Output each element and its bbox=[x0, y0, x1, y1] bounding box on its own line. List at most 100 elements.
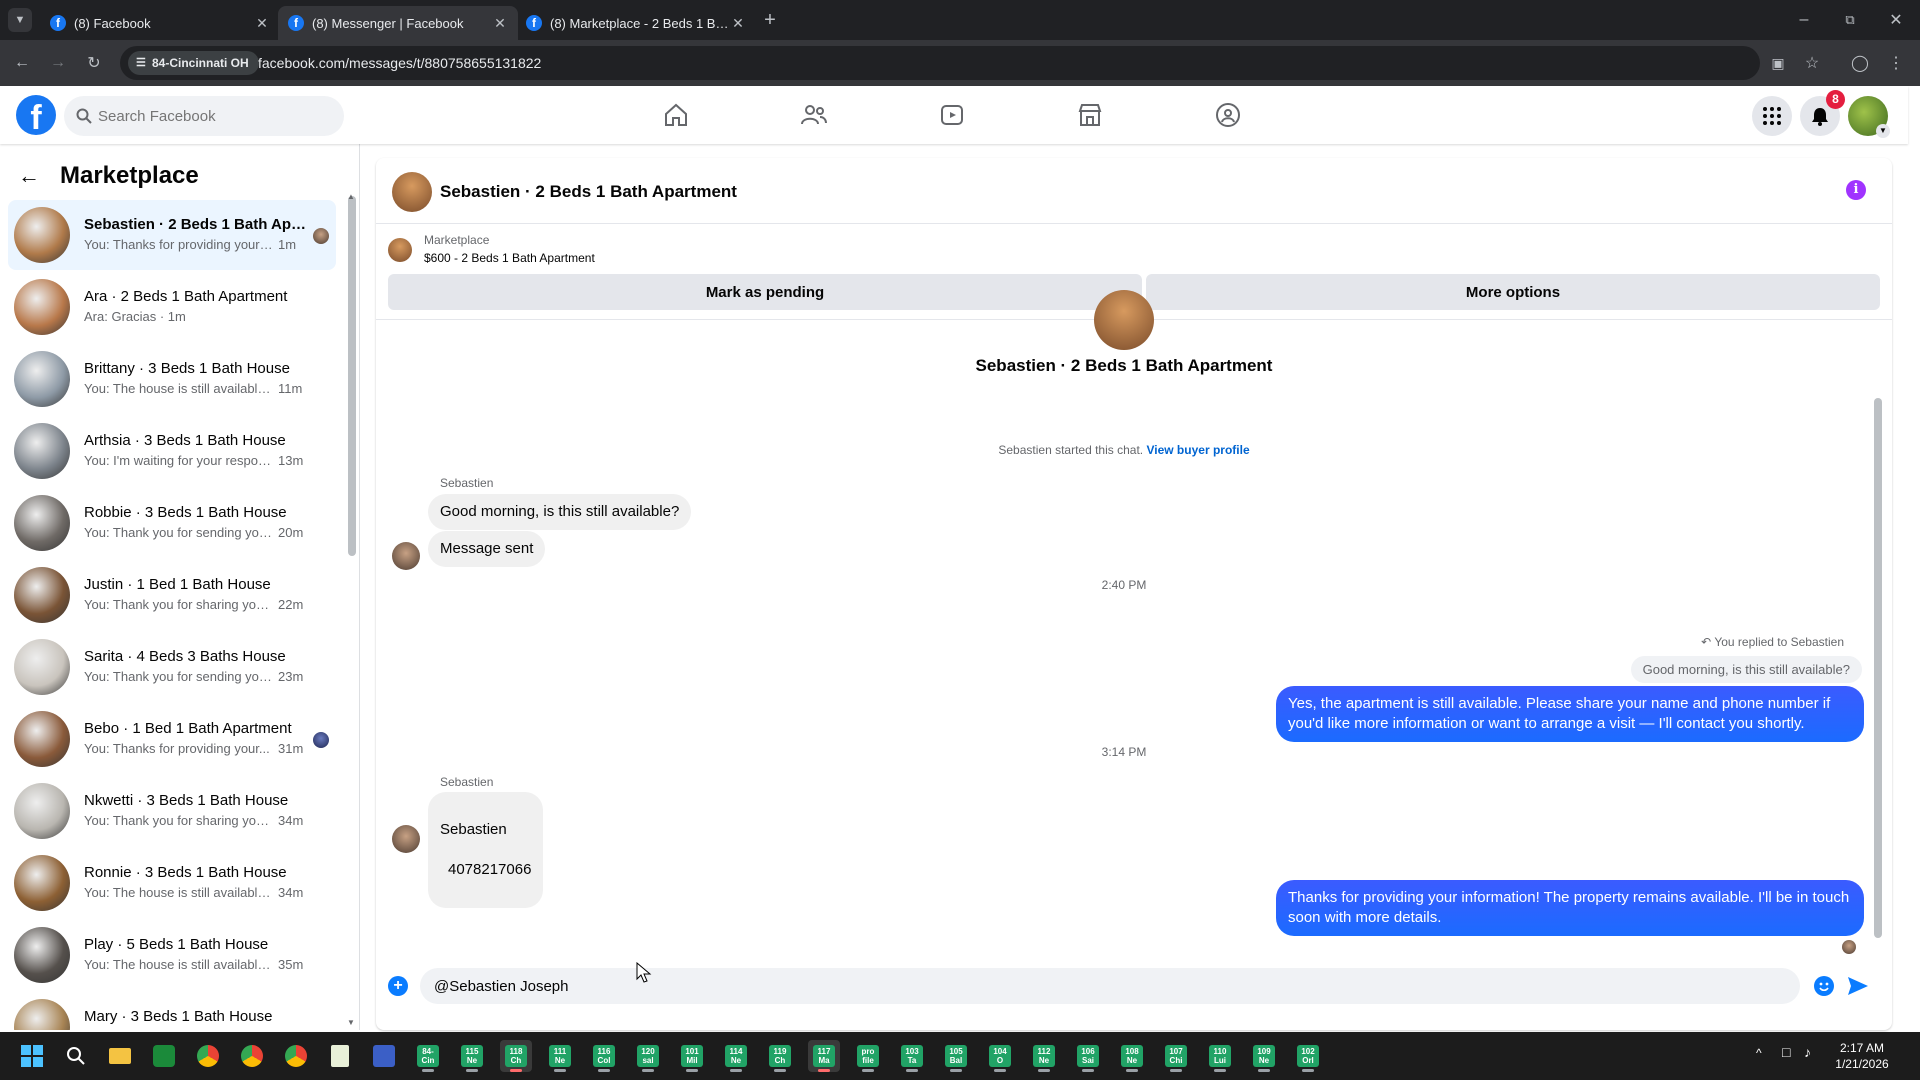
nav-home[interactable] bbox=[654, 98, 698, 132]
chrome-menu-icon[interactable]: ⋮ bbox=[1884, 51, 1908, 75]
chrome-profile-taskbar-button[interactable] bbox=[280, 1040, 312, 1072]
more-options-button[interactable]: More options bbox=[1146, 274, 1880, 310]
conversation-item[interactable]: Robbie · 3 Beds 1 Bath House You: Thank y… bbox=[8, 488, 336, 558]
taskbar-sheet-app[interactable]: 115 Ne bbox=[456, 1040, 488, 1072]
reload-icon[interactable]: ↻ bbox=[82, 51, 106, 75]
search-taskbar-button[interactable] bbox=[60, 1040, 92, 1072]
sender-avatar[interactable] bbox=[392, 825, 420, 853]
taskbar-app-green[interactable] bbox=[148, 1040, 180, 1072]
taskbar-sheet-app[interactable]: 101 Mil bbox=[676, 1040, 708, 1072]
conversation-item[interactable]: Play · 5 Beds 1 Bath House You: The house… bbox=[8, 920, 336, 990]
taskbar-sheet-app[interactable]: 117 Ma bbox=[808, 1040, 840, 1072]
install-app-icon[interactable]: ▣ bbox=[1766, 51, 1790, 75]
conversation-item[interactable]: Sebastien · 2 Beds 1 Bath Apar... You: Th… bbox=[8, 200, 336, 270]
file-explorer-button[interactable] bbox=[104, 1040, 136, 1072]
chrome-profile-taskbar-button[interactable] bbox=[236, 1040, 268, 1072]
quoted-message[interactable]: Good morning, is this still available? bbox=[1630, 656, 1862, 683]
taskbar-sheet-app[interactable]: 108 Ne bbox=[1116, 1040, 1148, 1072]
conversation-item[interactable]: Justin · 1 Bed 1 Bath House You: Thank yo… bbox=[8, 560, 336, 630]
taskbar-sheet-app[interactable]: 110 Lui bbox=[1204, 1040, 1236, 1072]
site-info-chip[interactable]: ☰ 84-Cincinnati OH bbox=[128, 51, 259, 75]
chat-avatar[interactable] bbox=[392, 172, 432, 212]
tab-facebook[interactable]: f (8) Facebook ✕ bbox=[40, 6, 280, 40]
conversation-item[interactable]: Arthsia · 3 Beds 1 Bath House You: I'm wa… bbox=[8, 416, 336, 486]
scroll-up-icon[interactable]: ▲ bbox=[347, 192, 355, 201]
emoji-icon[interactable] bbox=[1814, 976, 1834, 996]
conversation-item[interactable]: Bebo · 1 Bed 1 Bath Apartment You: Thanks… bbox=[8, 704, 336, 774]
nav-friends[interactable] bbox=[792, 98, 836, 132]
taskbar-sheet-app[interactable]: 84- Cin bbox=[412, 1040, 444, 1072]
sender-avatar[interactable] bbox=[392, 542, 420, 570]
back-arrow-icon[interactable]: ← bbox=[18, 163, 40, 189]
conversation-item[interactable]: Mary · 3 Beds 1 Bath House You: The house… bbox=[8, 992, 336, 1030]
outgoing-message[interactable]: Thanks for providing your information! T… bbox=[1276, 880, 1864, 936]
close-tab-icon[interactable]: ✕ bbox=[492, 15, 508, 32]
mark-pending-button[interactable]: Mark as pending bbox=[388, 274, 1142, 310]
conversation-item[interactable]: Ara · 2 Beds 1 Bath Apartment Ara: Gracia… bbox=[8, 272, 336, 342]
tray-chevron-icon[interactable]: ^ bbox=[1756, 1046, 1762, 1060]
address-bar[interactable]: ☰ 84-Cincinnati OH facebook.com/messages… bbox=[120, 46, 1760, 80]
volume-icon[interactable]: ♪ bbox=[1804, 1044, 1811, 1060]
conversation-item[interactable]: Ronnie · 3 Beds 1 Bath House You: The hou… bbox=[8, 848, 336, 918]
conversation-item[interactable]: Sarita · 4 Beds 3 Baths House You: Thank … bbox=[8, 632, 336, 702]
incoming-message[interactable]: Sebastien 4078217066 bbox=[428, 792, 544, 908]
incoming-message[interactable]: Good morning, is this still available? bbox=[428, 494, 692, 530]
search-input[interactable] bbox=[98, 96, 338, 136]
menu-button[interactable] bbox=[1752, 96, 1792, 136]
tab-marketplace[interactable]: f (8) Marketplace - 2 Beds 1 Bath ✕ bbox=[516, 6, 756, 40]
system-clock[interactable]: 2:17 AM 1/21/2026 bbox=[1822, 1040, 1902, 1072]
scroll-down-icon[interactable]: ▼ bbox=[347, 1018, 355, 1027]
taskbar-sheet-app[interactable]: pro file bbox=[852, 1040, 884, 1072]
taskbar-sheet-app[interactable]: 120 sal bbox=[632, 1040, 664, 1072]
taskbar-sheet-app[interactable]: 106 Sai bbox=[1072, 1040, 1104, 1072]
taskbar-sheet-app[interactable]: 114 Ne bbox=[720, 1040, 752, 1072]
chat-scrollbar[interactable] bbox=[1874, 398, 1882, 938]
taskbar-sheet-app[interactable]: 109 Ne bbox=[1248, 1040, 1280, 1072]
url-text[interactable]: facebook.com/messages/t/880758655131822 bbox=[258, 55, 541, 71]
sidebar-scrollbar[interactable] bbox=[348, 196, 356, 556]
nav-groups[interactable] bbox=[1206, 98, 1250, 132]
close-tab-icon[interactable]: ✕ bbox=[254, 15, 270, 32]
send-icon[interactable] bbox=[1846, 974, 1870, 998]
view-buyer-profile-link[interactable]: View buyer profile bbox=[1146, 443, 1249, 457]
nav-video[interactable] bbox=[930, 98, 974, 132]
minimize-icon[interactable]: – bbox=[1790, 8, 1818, 32]
taskbar-sheet-app[interactable]: 119 Ch bbox=[764, 1040, 796, 1072]
message-input[interactable] bbox=[420, 968, 1800, 1004]
bookmark-star-icon[interactable]: ☆ bbox=[1800, 51, 1824, 75]
facebook-logo-icon[interactable]: f bbox=[16, 95, 56, 135]
forward-icon[interactable]: → bbox=[46, 51, 70, 75]
search-box[interactable] bbox=[64, 96, 344, 136]
plus-icon[interactable]: + bbox=[388, 976, 408, 996]
account-chevron-icon[interactable]: ▼ bbox=[1876, 124, 1890, 138]
taskbar-sheet-app[interactable]: 111 Ne bbox=[544, 1040, 576, 1072]
profile-icon[interactable]: ◯ bbox=[1848, 51, 1872, 75]
taskbar-sheet-app[interactable]: 107 Chi bbox=[1160, 1040, 1192, 1072]
close-window-icon[interactable]: ✕ bbox=[1882, 8, 1910, 32]
network-icon[interactable]: □ bbox=[1782, 1044, 1790, 1060]
listing-thumbnail[interactable] bbox=[388, 238, 412, 262]
back-icon[interactable]: ← bbox=[10, 51, 34, 75]
chat-title[interactable]: Sebastien · 2 Beds 1 Bath Apartment bbox=[440, 182, 737, 202]
taskbar-sheet-app[interactable]: 102 Orl bbox=[1292, 1040, 1324, 1072]
tab-messenger[interactable]: f (8) Messenger | Facebook ✕ bbox=[278, 6, 518, 40]
taskbar-sheet-app[interactable]: 118 Ch bbox=[500, 1040, 532, 1072]
chrome-taskbar-button[interactable] bbox=[192, 1040, 224, 1072]
nav-marketplace[interactable] bbox=[1068, 98, 1112, 132]
new-tab-icon[interactable]: + bbox=[758, 8, 782, 32]
notepad-taskbar-button[interactable] bbox=[324, 1040, 356, 1072]
taskbar-sheet-app[interactable]: 116 Col bbox=[588, 1040, 620, 1072]
taskbar-sheet-app[interactable]: 105 Bal bbox=[940, 1040, 972, 1072]
taskbar-sheet-app[interactable]: 103 Ta bbox=[896, 1040, 928, 1072]
outgoing-message[interactable]: Yes, the apartment is still available. P… bbox=[1276, 686, 1864, 742]
conversation-item[interactable]: Nkwetti · 3 Beds 1 Bath House You: Thank … bbox=[8, 776, 336, 846]
restore-icon[interactable]: ⧉ bbox=[1836, 8, 1864, 32]
close-tab-icon[interactable]: ✕ bbox=[730, 15, 746, 32]
incoming-message[interactable]: Message sent bbox=[428, 531, 546, 567]
taskbar-app-blue[interactable] bbox=[368, 1040, 400, 1072]
listing-title[interactable]: $600 - 2 Beds 1 Bath Apartment bbox=[424, 251, 595, 265]
conversation-item[interactable]: Brittany · 3 Beds 1 Bath House You: The h… bbox=[8, 344, 336, 414]
start-button[interactable] bbox=[16, 1040, 48, 1072]
taskbar-sheet-app[interactable]: 104 O bbox=[984, 1040, 1016, 1072]
taskbar-sheet-app[interactable]: 112 Ne bbox=[1028, 1040, 1060, 1072]
